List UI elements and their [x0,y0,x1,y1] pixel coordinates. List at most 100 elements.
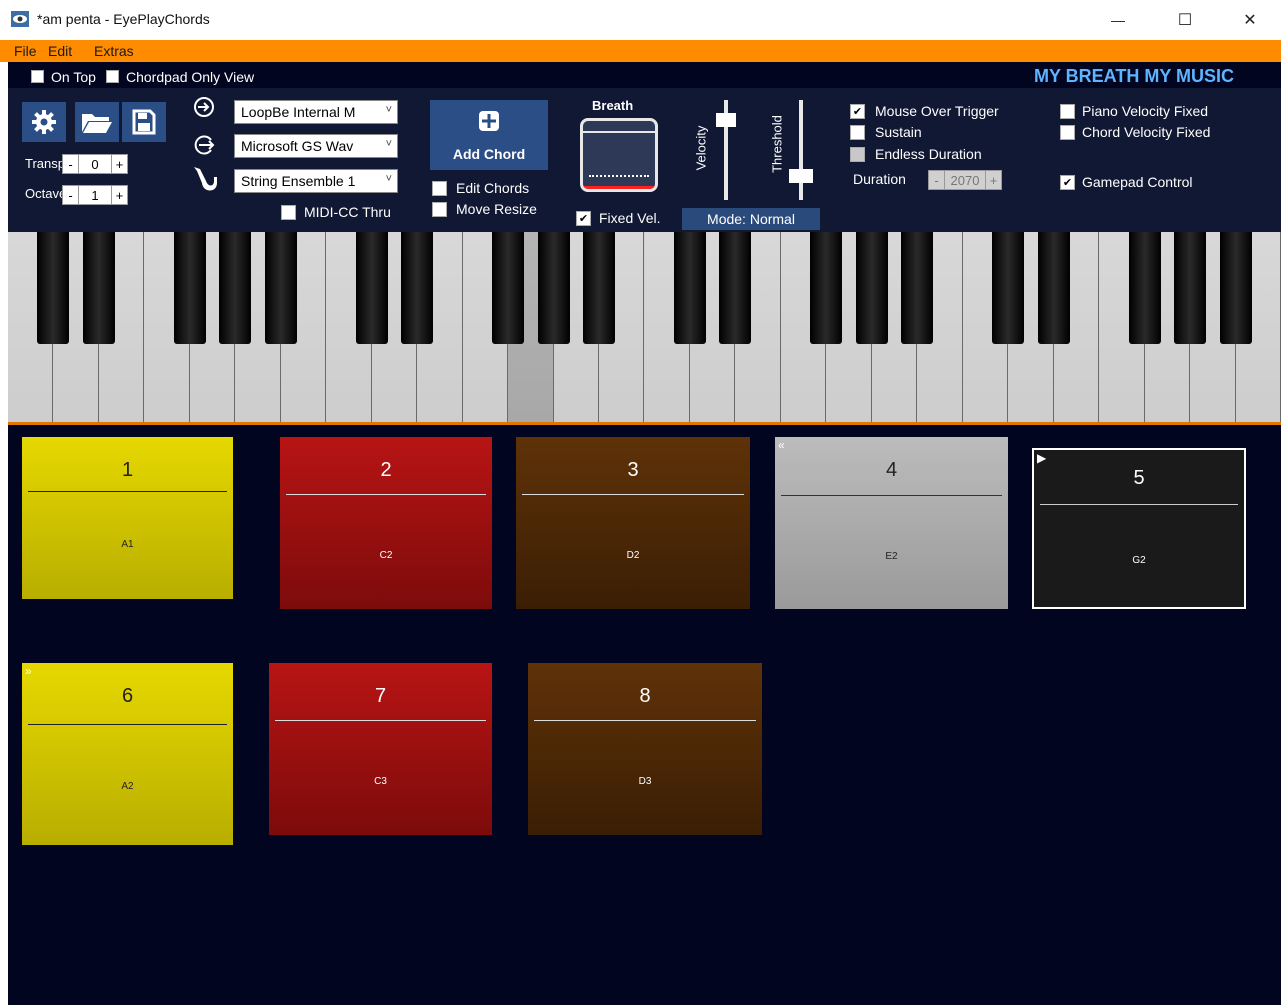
black-key[interactable] [810,232,843,344]
threshold-slider[interactable] [789,100,813,200]
add-chord-label: Add Chord [452,146,526,162]
duration-stepper: - 2070 + [928,170,1002,190]
midi-out-select[interactable]: Microsoft GS Wav ˅ [234,134,398,158]
black-key[interactable] [719,232,752,344]
chord-pad-divider [781,495,1002,496]
settings-button[interactable] [22,102,66,142]
octave-stepper: - 1 + [62,185,128,205]
black-key[interactable] [1128,232,1161,344]
check-icon: ✔ [852,106,863,118]
chord-pad-divider [522,494,744,495]
black-key[interactable] [992,232,1025,344]
octave-plus-button[interactable]: + [111,185,128,205]
sustain-checkbox[interactable] [850,125,865,140]
breath-level-fill [583,186,655,189]
menu-extras[interactable]: Extras [94,43,134,59]
black-key[interactable] [673,232,706,344]
check-icon: ✔ [1062,177,1073,189]
black-key[interactable] [264,232,297,344]
midi-cc-thru-label: MIDI-CC Thru [304,204,391,220]
black-key[interactable] [173,232,206,344]
piano-divider [8,422,1281,425]
transpose-plus-button[interactable]: + [111,154,128,174]
black-key[interactable] [82,232,115,344]
black-key[interactable] [1174,232,1207,344]
velocity-slider[interactable] [716,100,736,200]
chord-pad-7[interactable]: 7 C3 [269,663,492,835]
chord-pad-divider [534,720,756,721]
menu-edit[interactable]: Edit [48,43,72,59]
velocity-label: Velocity [693,125,709,171]
chord-pad-2[interactable]: 2 C2 [280,437,492,609]
mode-button[interactable]: Mode: Normal [682,208,820,230]
black-key[interactable] [219,232,252,344]
edit-chords-checkbox[interactable] [432,181,447,196]
chord-pad-number: 2 [380,459,392,481]
black-key[interactable] [355,232,388,344]
add-chord-button[interactable]: Add Chord [430,100,548,170]
black-key[interactable] [1037,232,1070,344]
minimize-button[interactable]: — [1095,0,1141,40]
chord-pad-number: 8 [639,685,651,707]
octave-value[interactable]: 1 [79,185,111,205]
duration-value[interactable]: 2070 [945,170,985,190]
black-key[interactable] [37,232,70,344]
black-key[interactable] [583,232,616,344]
black-key[interactable] [537,232,570,344]
mode-label: Mode: Normal [707,211,795,227]
chord-pad-1[interactable]: 1 A1 [22,437,233,599]
black-key[interactable] [901,232,934,344]
threshold-slider-thumb[interactable] [789,169,813,183]
octave-minus-button[interactable]: - [62,185,79,205]
transpose-minus-button[interactable]: - [62,154,79,174]
move-resize-checkbox[interactable] [432,202,447,217]
maximize-button[interactable]: ☐ [1162,0,1208,40]
chord-pad-8[interactable]: 8 D3 [528,663,762,835]
chord-pad-5[interactable]: 5 G2 ▶ [1032,448,1246,609]
gamepad-control-label: Gamepad Control [1082,174,1193,190]
black-key[interactable] [492,232,525,344]
slogan: MY BREATH MY MUSIC [1034,66,1235,86]
chord-pad-marker-icon: « [778,438,785,452]
duration-minus-button[interactable]: - [928,170,945,190]
chord-pad-number: 5 [1133,467,1145,489]
chord-pad-number: 1 [121,459,134,481]
mouse-over-trigger-checkbox[interactable]: ✔ [850,104,865,119]
menu-bar [0,40,1281,62]
chord-pad-divider [1040,504,1238,505]
transpose-value[interactable]: 0 [79,154,111,174]
piano-keyboard[interactable] [8,232,1281,422]
chord-pad-4[interactable]: 4 E2 « [775,437,1008,609]
chordpad-only-label: Chordpad Only View [126,69,255,85]
chord-pad-divider [28,491,227,492]
chordpad-only-checkbox[interactable] [106,70,119,83]
black-key[interactable] [855,232,888,344]
threshold-label: Threshold [769,115,785,173]
chord-pad-divider [28,724,227,725]
midi-in-icon [193,96,215,123]
chord-pad-6[interactable]: 6 A2 » [22,663,233,845]
folder-open-icon [82,114,112,133]
save-button[interactable] [122,102,166,142]
black-key[interactable] [401,232,434,344]
sustain-label: Sustain [875,124,922,140]
midi-in-select[interactable]: LoopBe Internal M ˅ [234,100,398,124]
chord-velocity-fixed-checkbox[interactable] [1060,125,1075,140]
chord-pad-3[interactable]: 3 D2 [516,437,750,609]
close-button[interactable]: ✕ [1227,0,1273,40]
on-top-checkbox[interactable] [31,70,44,83]
menu-file[interactable]: File [14,43,37,59]
minimize-icon: — [1111,12,1125,28]
save-icon [132,109,156,135]
instrument-select[interactable]: String Ensemble 1 ˅ [234,169,398,193]
plus-square-icon [479,111,499,131]
black-key[interactable] [1219,232,1252,344]
open-file-button[interactable] [75,102,119,142]
fixed-vel-checkbox[interactable]: ✔ [576,211,591,226]
piano-velocity-fixed-checkbox[interactable] [1060,104,1075,119]
midi-cc-thru-checkbox[interactable] [281,205,296,220]
duration-plus-button[interactable]: + [985,170,1002,190]
gamepad-control-checkbox[interactable]: ✔ [1060,175,1075,190]
velocity-slider-thumb[interactable] [716,113,736,127]
endless-duration-checkbox[interactable] [850,147,865,162]
